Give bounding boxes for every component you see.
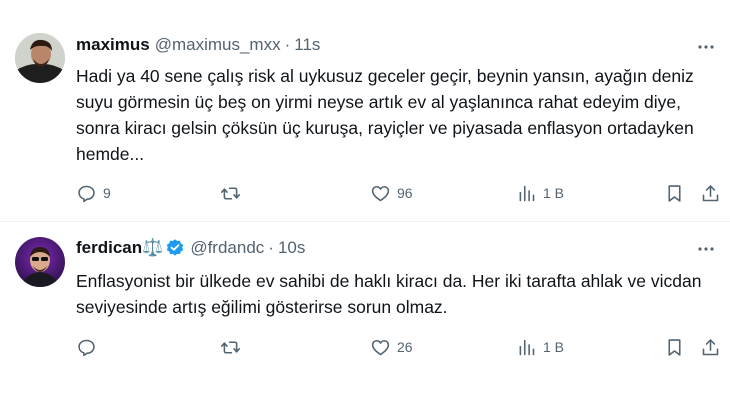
reply-count: 9 (103, 185, 111, 201)
avatar[interactable] (15, 237, 65, 287)
author-handle[interactable]: @maximus_mxx (155, 35, 281, 55)
like-count: 96 (397, 185, 413, 201)
bookmark-button[interactable] (664, 180, 685, 206)
like-count: 26 (397, 339, 413, 355)
separator-dot: · (284, 35, 291, 54)
action-bar: 26 1 B (76, 334, 720, 360)
share-button[interactable] (700, 180, 721, 206)
heart-icon (371, 339, 390, 355)
action-bar: 9 96 1 B (76, 180, 720, 206)
share-icon (702, 184, 719, 201)
bookmark-icon (668, 184, 681, 202)
more-icon[interactable] (694, 237, 718, 261)
more-icon[interactable] (694, 35, 718, 59)
heart-icon (371, 185, 390, 201)
tweet[interactable]: ferdican⚖️ @frdandc · 10s Enflasyonist b… (0, 222, 730, 420)
reply-button[interactable]: 9 (76, 180, 111, 206)
tweet-text: Hadi ya 40 sene çalış risk al uykusuz ge… (76, 66, 694, 164)
tweet-header: ferdican⚖️ @frdandc · 10s (76, 238, 305, 258)
retweet-button[interactable] (220, 334, 247, 360)
reply-icon (78, 339, 95, 356)
avatar-image (15, 237, 65, 287)
tweet-header: maximus @maximus_mxx · 11s (76, 35, 320, 55)
views-count: 1 B (543, 339, 565, 355)
retweet-icon (220, 186, 241, 200)
like-button[interactable]: 96 (370, 180, 413, 206)
timestamp[interactable]: 10s (278, 238, 305, 258)
avatar-image (15, 33, 65, 83)
views-button[interactable]: 1 B (516, 334, 564, 360)
like-button[interactable]: 26 (370, 334, 413, 360)
tweet-text: Enflasyonist bir ülkede ev sahibi de hak… (76, 271, 702, 317)
tweet[interactable]: maximus @maximus_mxx · 11s Hadi ya 40 se… (0, 0, 730, 222)
views-button[interactable]: 1 B (516, 180, 564, 206)
retweet-button[interactable] (220, 180, 247, 206)
timestamp[interactable]: 11s (294, 35, 320, 55)
author-name[interactable]: maximus (76, 35, 150, 55)
share-button[interactable] (700, 334, 721, 360)
views-count: 1 B (543, 185, 565, 201)
author-handle[interactable]: @frdandc (190, 238, 264, 258)
reply-button[interactable] (76, 334, 103, 360)
bookmark-button[interactable] (664, 334, 685, 360)
share-icon (702, 338, 719, 355)
reply-icon (78, 185, 95, 202)
author-name[interactable]: ferdican⚖️ (76, 238, 163, 258)
views-icon (519, 185, 535, 201)
verified-badge-icon (165, 238, 185, 258)
avatar[interactable] (15, 33, 65, 83)
views-icon (519, 339, 535, 355)
bookmark-icon (668, 338, 681, 356)
retweet-icon (220, 340, 241, 354)
separator-dot: · (268, 238, 274, 257)
